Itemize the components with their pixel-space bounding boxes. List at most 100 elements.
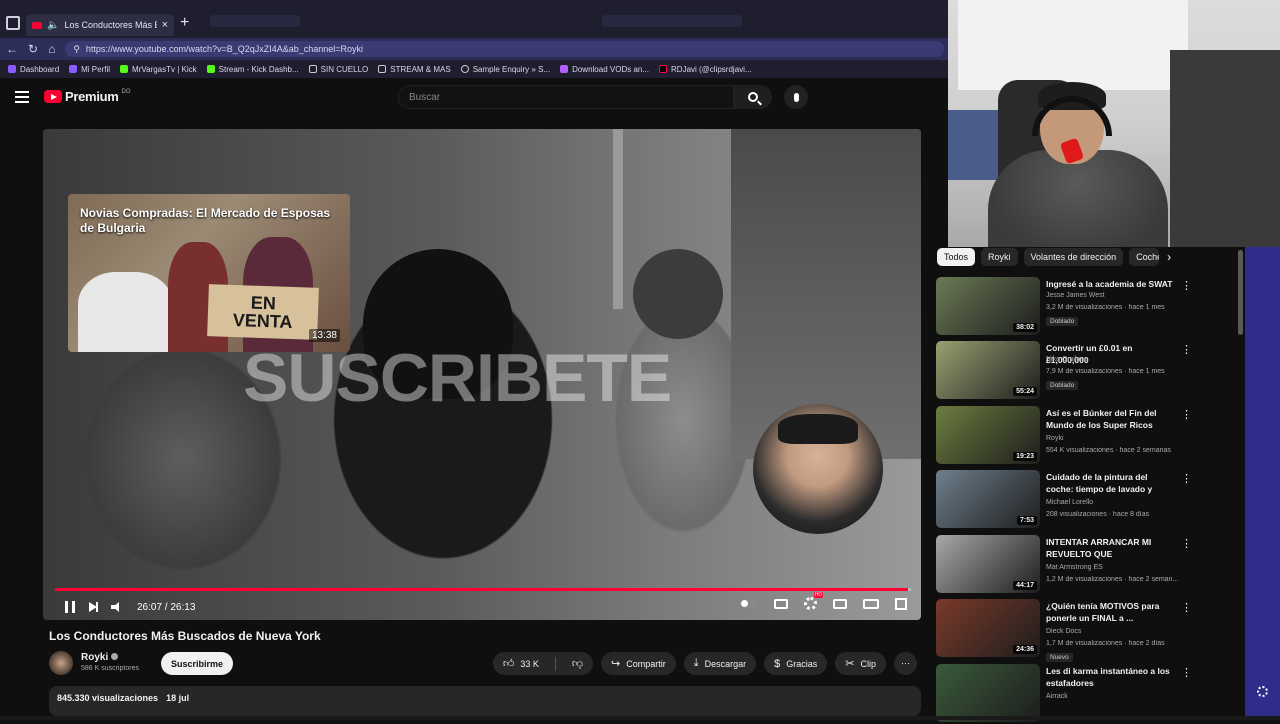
recommendation-item[interactable]: 38:02 Ingresé a la academia de SWAT Jesse … [936,277,1196,337]
subscribe-button[interactable]: Suscribirme [161,652,234,675]
channel-avatar[interactable] [49,651,73,675]
recommendation-item[interactable]: 44:17 INTENTAR ARRANCAR MI REVUELTO QUE L… [936,535,1196,595]
recommendation-item[interactable]: 24:36 ¿Quién tenía MOTIVOS para ponerle u… [936,599,1196,662]
site-info-icon[interactable]: ⚲ [73,44,80,55]
back-icon[interactable]: ← [6,42,18,56]
fullscreen-icon[interactable] [895,597,907,610]
download-button[interactable]: ⤓ Descargar [683,652,757,675]
chevron-right-icon[interactable]: › [1167,250,1171,264]
bookmark-kick[interactable]: MrVargasTv | Kick [120,65,197,74]
search-button[interactable] [734,85,772,109]
endscreen-video-card[interactable]: Novias Compradas: El Mercado de Esposas … [68,194,350,352]
clip-button[interactable]: ✂ Clip [835,652,886,675]
volume-icon[interactable] [111,602,123,612]
miniplayer-icon[interactable] [833,598,847,609]
more-options-icon[interactable]: ⋮ [1181,539,1192,550]
more-options-icon[interactable]: ⋮ [1181,410,1192,421]
recommendation-title[interactable]: Cuidado de la pintura del coche: tiempo … [1046,472,1174,496]
settings-icon[interactable] [1257,686,1268,697]
recommendation-item[interactable]: Les di karma instantáneo a los estafador… [936,664,1196,724]
side-panel [1245,247,1280,720]
progress-bar[interactable] [55,588,911,591]
reload-icon[interactable]: ↻ [28,42,38,56]
more-options-icon[interactable]: ⋮ [1181,345,1192,356]
thumbs-up-icon: 👍︎ [502,658,515,670]
bookmark-sample-enquiry[interactable]: Sample Enquiry » S... [460,65,550,74]
video-thumbnail[interactable]: 55:24 [936,341,1040,399]
folder-icon [378,65,387,73]
more-options-icon[interactable]: ⋮ [1181,668,1192,679]
recommendation-item[interactable]: 19:23 Así es el Búnker del Fin del Mundo … [936,406,1196,466]
next-icon[interactable] [89,602,98,612]
dislike-button[interactable]: 👎︎ [562,652,593,675]
video-thumbnail[interactable]: 24:36 [936,599,1040,657]
bookmark-download-vods[interactable]: Download VODs an... [560,65,649,74]
menu-icon[interactable] [15,91,29,103]
video-thumbnail[interactable]: 19:23 [936,406,1040,464]
bookmark-mi-perfil[interactable]: Mi Perfil [69,65,110,74]
video-thumbnail[interactable]: 38:02 [936,277,1040,335]
recommendation-title[interactable]: INTENTAR ARRANCAR MI REVUELTO QUE LAMBOR… [1046,537,1174,561]
more-options-icon[interactable]: ⋮ [1181,281,1192,292]
home-icon[interactable]: ⌂ [48,42,55,56]
recommendation-item[interactable]: 7:53 Cuidado de la pintura del coche: tie… [936,470,1196,530]
recommendation-title[interactable]: Ingresé a la academia de SWAT [1046,279,1174,291]
new-tab-button[interactable]: + [180,14,189,32]
bookmark-folder-sin-cuello[interactable]: SIN CUELLO [308,65,368,74]
recommendation-title[interactable]: Convertir un £0.01 en £1,000,000 [1046,343,1174,367]
autoplay-toggle[interactable] [740,599,758,608]
url-text: https://www.youtube.com/watch?v=B_Q2qJxZ… [85,44,364,54]
bookmark-icon [560,65,569,73]
share-button[interactable]: ↪ Compartir [601,652,676,675]
recommendation-title[interactable]: Así es el Búnker del Fin del Mundo de lo… [1046,408,1174,432]
voice-search-button[interactable] [784,85,808,109]
bookmark-tiktok[interactable]: RDJavi (@clipsrdjavi... [659,65,752,74]
recommendation-title[interactable]: Les di karma instantáneo a los estafador… [1046,666,1174,690]
search-input[interactable]: Buscar [398,85,734,109]
video-thumbnail[interactable]: 44:17 [936,535,1040,593]
recommendation-channel[interactable]: Michael Lorello [1046,499,1093,506]
chip-royki[interactable]: Royki [981,248,1018,266]
more-actions-button[interactable]: ⋯ [894,652,917,675]
speaker-icon[interactable]: 🔈 [47,20,59,31]
channel-name[interactable]: Royki [81,652,119,663]
video-thumbnail[interactable]: 7:53 [936,470,1040,528]
more-options-icon[interactable]: ⋮ [1181,474,1192,485]
share-icon: ↪ [611,658,621,670]
bookmark-folder-stream[interactable]: STREAM & MAS [378,65,451,74]
tab-actions-icon[interactable] [6,16,20,30]
video-thumbnail[interactable] [936,664,1040,722]
globe-icon [460,65,469,73]
sidebar-scrollbar[interactable] [1238,250,1243,335]
bookmark-kick-dashboard[interactable]: Stream - Kick Dashb... [206,65,299,74]
recommendation-item[interactable]: 55:24 Convertir un £0.01 en £1,000,000 Nik… [936,341,1196,401]
browser-tab[interactable]: 🔈 Los Conductores Más Buscados... × [26,14,174,36]
like-button[interactable]: 👍︎ 33 K [493,652,549,675]
chip-volantes[interactable]: Volantes de dirección [1023,248,1124,266]
settings-gear-icon[interactable] [804,592,823,610]
close-tab-icon[interactable]: × [162,19,168,31]
thanks-button[interactable]: $ Gracias [764,652,828,675]
bookmark-dashboard[interactable]: Dashboard [8,65,59,74]
tab-title: Los Conductores Más Buscados... [64,20,156,30]
youtube-premium-logo[interactable]: Premium DO [44,89,131,104]
video-player[interactable]: Novias Compradas: El Mercado de Esposas … [43,129,921,620]
url-field[interactable]: ⚲ https://www.youtube.com/watch?v=B_Q2qJ… [65,41,944,57]
description-box[interactable]: 845.330 visualizaciones 18 jul [49,686,921,716]
recommendation-channel[interactable]: Dieck Docs [1046,628,1081,635]
recommendation-channel[interactable]: Royki [1046,435,1064,442]
subtitles-icon[interactable] [774,598,788,609]
endscreen-channel-avatar[interactable] [753,404,883,534]
pause-icon[interactable] [65,601,75,613]
theater-mode-icon[interactable] [863,598,879,609]
recommendation-channel[interactable]: Mat Armstrong ES [1046,564,1103,571]
recommendation-channel[interactable]: Airrack [1046,693,1068,700]
chip-coche[interactable]: Coche [1129,248,1160,266]
verified-icon [111,653,119,660]
kick-icon [120,65,129,73]
more-options-icon[interactable]: ⋮ [1181,603,1192,614]
recommendation-channel[interactable]: Jesse James West [1046,292,1105,299]
chip-todos[interactable]: Todos [937,248,976,266]
recommendation-title[interactable]: ¿Quién tenía MOTIVOS para ponerle un FIN… [1046,601,1174,625]
recommendation-channel[interactable]: Niko Omilana [1046,356,1088,363]
